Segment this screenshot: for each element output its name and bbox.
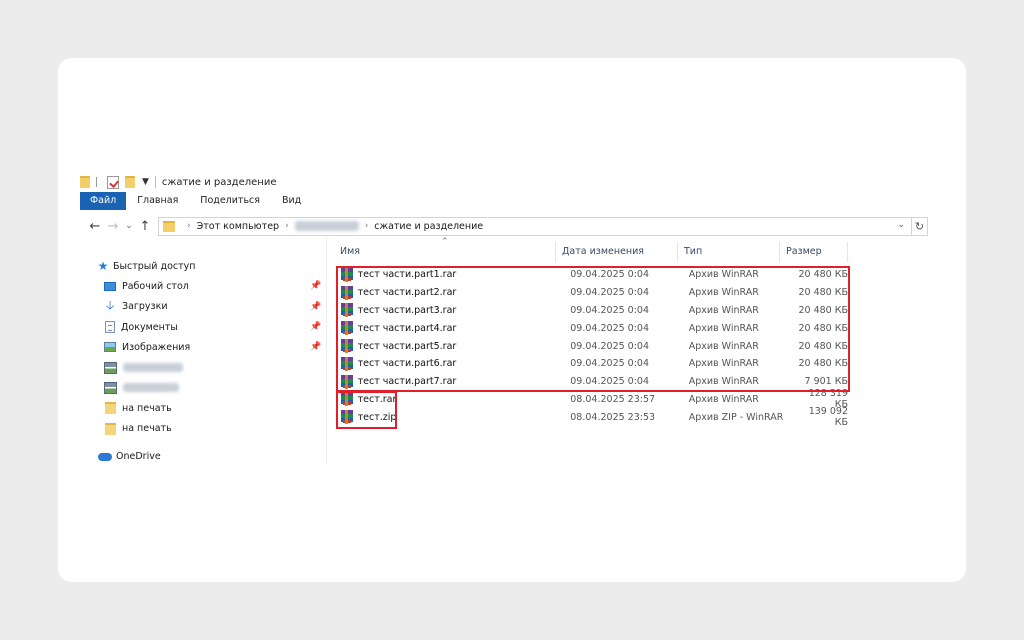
tab-view[interactable]: Вид <box>271 192 312 210</box>
desktop-icon <box>104 281 116 291</box>
file-row[interactable]: тест.zip 08.04.2025 23:53 Архив ZIP - Wi… <box>338 406 848 429</box>
sidebar-item-label: на печать <box>122 423 172 435</box>
sidebar-item-network-drive-2[interactable] <box>96 378 326 398</box>
sidebar-item-label: Быстрый доступ <box>113 260 196 272</box>
sidebar-item-label: OneDrive <box>116 451 161 463</box>
sidebar-item-pictures[interactable]: Изображения 📌 <box>96 337 326 357</box>
forward-icon[interactable]: → <box>104 219 122 234</box>
star-icon: ★ <box>97 259 109 274</box>
sidebar-item-onedrive[interactable]: OneDrive <box>96 447 326 467</box>
file-type: Архив WinRAR <box>688 393 759 405</box>
sidebar-item-quick-access[interactable]: ★ Быстрый доступ <box>96 256 326 276</box>
column-header-date[interactable]: Дата изменения <box>556 242 678 262</box>
chevron-right-icon[interactable]: › <box>285 221 289 231</box>
pin-icon[interactable]: 📌 <box>310 281 321 291</box>
pane-divider[interactable] <box>326 238 327 464</box>
chevron-right-icon[interactable]: › <box>187 221 191 231</box>
file-date: 08.04.2025 23:57 <box>570 393 656 405</box>
sidebar-item-label: на печать <box>122 402 172 414</box>
tab-home[interactable]: Главная <box>126 192 189 210</box>
sidebar-item-label: Изображения <box>122 341 191 353</box>
tab-share[interactable]: Поделиться <box>189 192 271 210</box>
sidebar-item-label: Загрузки <box>122 301 168 313</box>
pictures-icon <box>104 342 116 353</box>
back-icon[interactable]: ← <box>86 219 104 234</box>
tab-file[interactable]: Файл <box>80 192 127 210</box>
cloud-icon <box>98 452 112 461</box>
network-drive-icon <box>104 361 117 374</box>
recent-locations-icon[interactable]: ⌄ <box>122 221 136 231</box>
column-header-size[interactable]: Размер <box>780 242 848 262</box>
properties-icon[interactable] <box>107 175 119 189</box>
folder-icon <box>105 422 116 435</box>
breadcrumb-this-pc[interactable]: Этот компьютер <box>197 221 279 232</box>
pin-icon[interactable]: 📌 <box>310 302 321 312</box>
sidebar-item-label: Рабочий стол <box>122 280 189 292</box>
window-title: сжатие и разделение <box>161 176 277 188</box>
column-headers: Имя Дата изменения Тип Размер <box>334 242 848 262</box>
navigation-row: ← → ⌄ ↑ › Этот компьютер › › сжатие и ра… <box>86 216 944 236</box>
chevron-down-icon[interactable]: ⌄ <box>897 220 905 230</box>
pin-icon[interactable]: 📌 <box>310 342 321 352</box>
folder-icon <box>163 220 175 232</box>
folder-icon <box>105 402 116 415</box>
breadcrumb-current-folder[interactable]: сжатие и разделение <box>374 221 483 232</box>
redacted-label <box>123 363 183 373</box>
address-bar[interactable]: › Этот компьютер › › сжатие и разделение… <box>158 216 912 236</box>
download-icon: 🡣 <box>105 298 115 313</box>
sidebar-item-documents[interactable]: Документы 📌 <box>96 317 326 337</box>
highlight-split-archives <box>336 266 850 392</box>
separator <box>154 176 156 188</box>
highlight-single-archives <box>336 391 397 429</box>
sidebar-item-network-drive-1[interactable] <box>96 357 326 377</box>
sidebar-item-label: Документы <box>121 321 178 333</box>
sidebar-item-downloads[interactable]: 🡣 Загрузки 📌 <box>96 297 326 317</box>
navigation-pane: ★ Быстрый доступ Рабочий стол 📌 🡣 Загруз… <box>96 256 326 467</box>
redacted-label <box>123 383 179 393</box>
file-date: 08.04.2025 23:53 <box>570 411 656 423</box>
file-row[interactable]: тест.rar 08.04.2025 23:57 Архив WinRAR 1… <box>338 388 848 410</box>
title-bar: ▼ сжатие и разделение <box>80 174 276 190</box>
documents-icon <box>105 321 115 334</box>
quick-access-dropdown-icon[interactable]: ▼ <box>142 177 149 187</box>
folder-icon <box>80 176 90 188</box>
column-header-name[interactable]: Имя <box>334 242 556 262</box>
up-icon[interactable]: ↑ <box>136 219 154 234</box>
file-size: 139 092 КБ <box>808 406 848 429</box>
file-type: Архив ZIP - WinRAR <box>688 411 784 423</box>
breadcrumb-drive-redacted[interactable] <box>294 221 359 231</box>
ribbon-tabs: Файл Главная Поделиться Вид <box>80 192 944 210</box>
new-folder-icon[interactable] <box>125 176 135 188</box>
network-drive-icon <box>104 381 117 394</box>
chevron-right-icon[interactable]: › <box>365 221 369 231</box>
separator <box>96 177 97 187</box>
refresh-icon[interactable]: ↻ <box>912 216 928 236</box>
pin-icon[interactable]: 📌 <box>310 322 321 332</box>
column-header-type[interactable]: Тип <box>678 242 780 262</box>
sidebar-item-print-folder-1[interactable]: на печать <box>96 398 326 418</box>
sidebar-item-print-folder-2[interactable]: на печать <box>96 418 326 438</box>
sidebar-item-desktop[interactable]: Рабочий стол 📌 <box>96 276 326 296</box>
